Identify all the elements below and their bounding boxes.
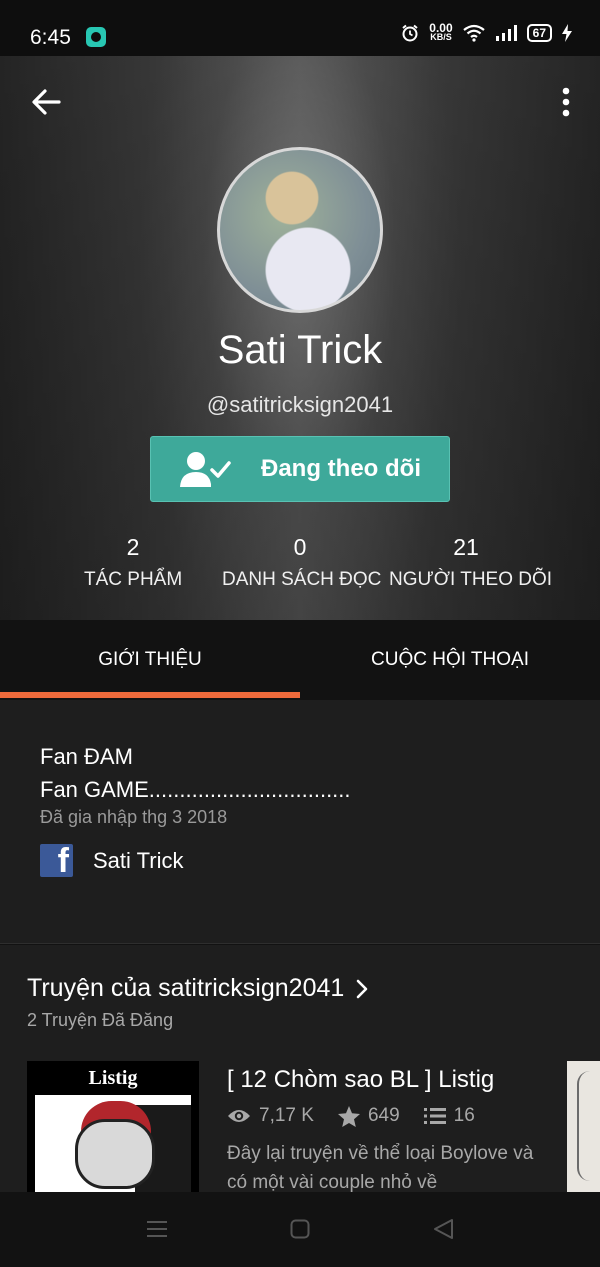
more-options-button[interactable] (558, 84, 574, 120)
net-speed-unit: KB/S (430, 32, 452, 42)
stat-reading-lists[interactable]: 0 DANH SÁCH ĐỌC (222, 534, 382, 591)
alarm-icon (402, 24, 418, 42)
stories-title: Truyện của satitricksign2041 (27, 974, 345, 1002)
stat-followers[interactable]: 21 NGƯỜI THEO DÕI (389, 534, 553, 591)
story-cover-text: Listig (88, 1067, 138, 1089)
status-time: 6:45 (30, 26, 71, 49)
story-votes: 649 (337, 1105, 400, 1127)
stat-works-label: TÁC PHẨM (84, 569, 183, 590)
net-speed: 0.00 KB/S (429, 22, 452, 42)
stat-reading-lists-value: 0 (293, 534, 307, 560)
next-story-cover[interactable] (567, 1061, 600, 1193)
stat-followers-value: 21 (453, 534, 479, 560)
profile-tabs: GIỚI THIỆU CUỘC HỘI THOẠI (0, 620, 600, 700)
story-views: 7,17 K (227, 1105, 314, 1127)
story-views-value: 7,17 K (259, 1105, 314, 1126)
back-triangle-icon (434, 1219, 453, 1239)
story-parts: 16 (423, 1105, 475, 1127)
user-check-icon (180, 452, 231, 487)
stat-works[interactable]: 2 TÁC PHẨM (84, 534, 182, 591)
wifi-icon (462, 24, 485, 42)
stories-header[interactable]: Truyện của satitricksign2041 (27, 974, 368, 1003)
tab-conversations[interactable]: CUỘC HỘI THOẠI (300, 620, 600, 700)
status-bar: 6:45 0.00 KB/S 67 (0, 0, 600, 56)
following-button[interactable]: Đang theo dõi (150, 436, 450, 502)
battery-icon: 67 (526, 24, 552, 42)
bio-line-2: Fan GAME................................… (40, 777, 351, 802)
stat-followers-label: NGƯỜI THEO DÕI (389, 569, 553, 590)
home-square-icon (290, 1219, 310, 1239)
star-icon (337, 1105, 360, 1127)
story-description: Đây lại truyện về thể loại Boylove và có… (227, 1143, 534, 1193)
app-notification-icon (86, 27, 106, 47)
charging-icon (562, 24, 572, 42)
avatar[interactable] (217, 147, 383, 313)
stat-reading-lists-label: DANH SÁCH ĐỌC (222, 569, 382, 590)
back-nav-button[interactable] (428, 1214, 458, 1244)
profile-name: Sati Trick (217, 328, 383, 372)
story-title[interactable]: [ 12 Chòm sao BL ] Listig (227, 1066, 494, 1094)
system-nav-bar (0, 1192, 600, 1267)
status-icons: 0.00 KB/S 67 (401, 22, 572, 42)
stories-count: 2 Truyện Đã Đăng (27, 1010, 174, 1030)
tab-about[interactable]: GIỚI THIỆU (0, 620, 300, 700)
story-cover-art (35, 1095, 191, 1193)
story-cover[interactable]: Listig (27, 1061, 199, 1193)
facebook-icon[interactable]: f (40, 844, 73, 877)
list-icon (423, 1108, 446, 1124)
following-button-label: Đang theo dõi (261, 455, 421, 482)
stat-works-value: 2 (126, 534, 140, 560)
back-button[interactable] (28, 84, 64, 120)
menu-button[interactable] (142, 1214, 172, 1244)
active-tab-indicator (0, 692, 300, 698)
profile-stats: 2 TÁC PHẨM 0 DANH SÁCH ĐỌC 21 NGƯỜI THEO… (0, 534, 600, 604)
profile-handle: @satitricksign2041 (206, 392, 394, 417)
about-section: Fan ĐAM Fan GAME........................… (0, 700, 600, 944)
chevron-right-icon (356, 979, 368, 998)
story-meta: 7,17 K 649 16 (227, 1105, 499, 1127)
profile-header: Sati Trick @satitricksign2041 Đang theo … (0, 56, 600, 620)
stories-section: Truyện của satitricksign2041 2 Truyện Đã… (0, 945, 600, 1193)
story-parts-value: 16 (453, 1105, 475, 1126)
menu-icon (147, 1221, 167, 1237)
joined-date: Đã gia nhập thg 3 2018 (40, 807, 228, 827)
eye-icon (228, 1110, 250, 1122)
home-button[interactable] (285, 1214, 315, 1244)
back-arrow-icon (32, 89, 61, 115)
story-votes-value: 649 (367, 1105, 400, 1126)
more-vertical-icon (562, 87, 570, 117)
facebook-link[interactable]: Sati Trick (93, 848, 183, 874)
signal-icon (495, 25, 517, 41)
bio-line-1: Fan ĐAM (40, 744, 133, 769)
